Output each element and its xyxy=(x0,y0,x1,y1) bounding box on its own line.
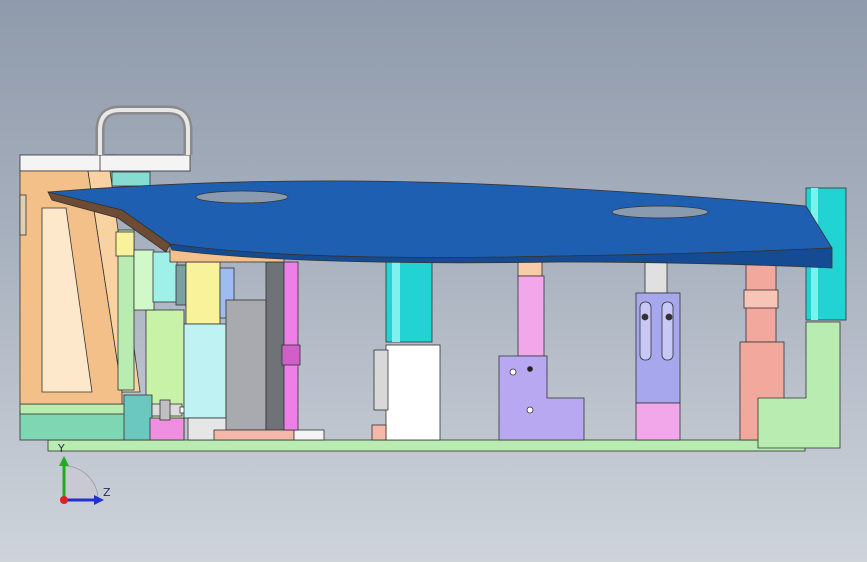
clamp-nut xyxy=(159,399,171,421)
y-axis-arrowhead xyxy=(59,456,69,466)
center-cap-plate xyxy=(213,429,295,441)
cradle-base-strip xyxy=(19,403,131,415)
panel-hole-right xyxy=(611,205,709,219)
center-dark-column xyxy=(265,261,285,431)
panel-hole-left xyxy=(195,190,289,204)
locator-hole xyxy=(526,406,534,414)
slot-right xyxy=(661,301,674,361)
handle-mount-plate xyxy=(99,154,191,172)
cradle-side-slot xyxy=(19,194,27,236)
axis-triad: Y Z xyxy=(57,442,111,505)
z-axis-label: Z xyxy=(103,486,111,499)
cad-viewport[interactable]: Y Z xyxy=(0,0,867,562)
locator-hole xyxy=(527,366,533,372)
clamp-teal-base xyxy=(123,394,153,441)
base-plate xyxy=(47,439,806,452)
center-white-pad xyxy=(293,429,325,441)
clamp-mint-block xyxy=(133,249,155,311)
salmon-post-band xyxy=(743,289,779,309)
slot-screw xyxy=(665,313,673,321)
center-gray-column xyxy=(225,299,267,431)
clamp-yellow-post xyxy=(115,231,135,257)
slot-left xyxy=(639,301,652,361)
center-yellow-cylinder xyxy=(185,261,221,325)
clamp-pink-foot xyxy=(149,417,185,441)
clamp-dark-sleeve xyxy=(175,264,187,306)
y-axis-label: Y xyxy=(57,442,65,455)
handle-collar xyxy=(111,171,151,187)
locator-hole xyxy=(509,368,517,376)
center-cyan-block xyxy=(183,323,227,419)
triad-origin xyxy=(60,496,68,504)
white-clamp-foot xyxy=(371,424,387,441)
magenta-column-collar xyxy=(281,344,301,366)
slotted-pink-foot xyxy=(635,402,681,441)
locator-lavender-block xyxy=(498,355,585,441)
triad-rotation-arc xyxy=(63,465,99,501)
white-clamp-block xyxy=(385,344,441,441)
fixture-assembly-drawing: Y Z xyxy=(19,105,847,505)
cradle-base xyxy=(19,409,136,441)
carry-handle-icon xyxy=(95,105,193,155)
white-clamp-side xyxy=(373,349,389,411)
slot-screw xyxy=(641,313,649,321)
locator-pink-column xyxy=(517,275,545,357)
carry-handle-highlight xyxy=(98,108,190,155)
